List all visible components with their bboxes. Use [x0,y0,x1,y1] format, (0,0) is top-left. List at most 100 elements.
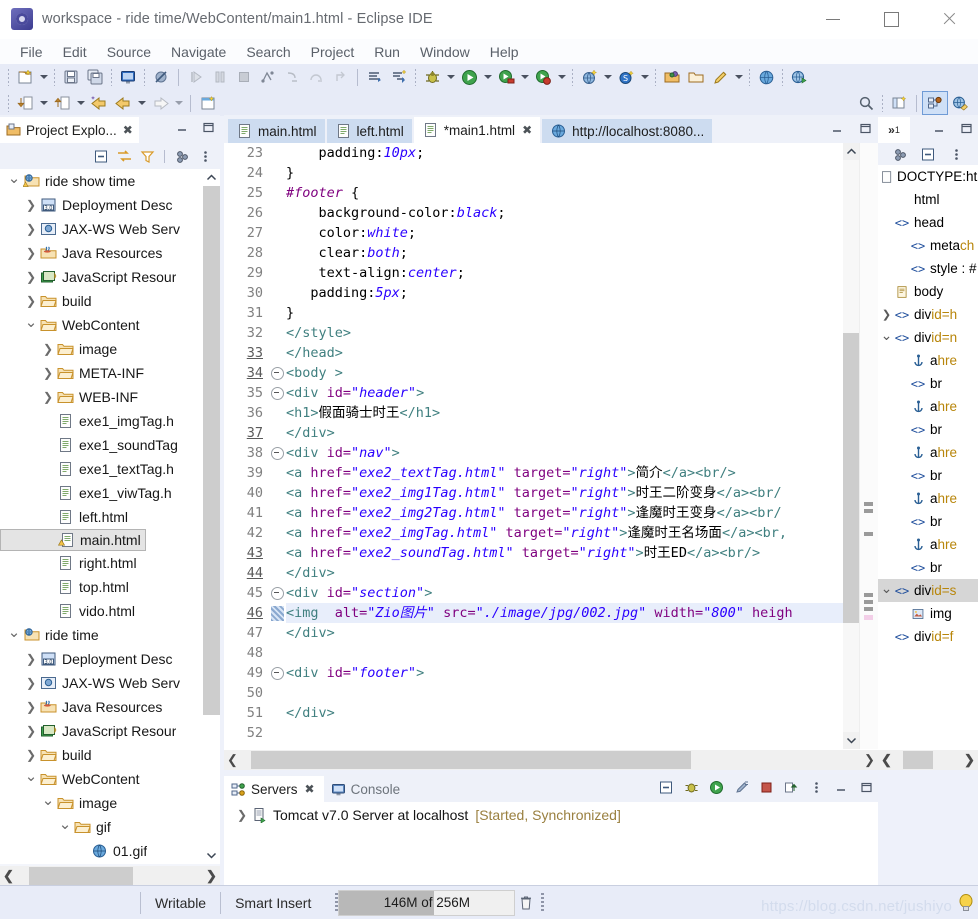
tree-item[interactable]: ❯ build [0,743,220,767]
outline-item[interactable]: a hre [878,487,978,510]
tree-item[interactable]: exe1_textTag.h [0,457,220,481]
code-line[interactable]: </style> [286,323,843,343]
code-line[interactable]: </head> [286,343,843,363]
code-line[interactable]: padding:5px; [286,283,843,303]
expand-arrow-icon[interactable]: ❯ [23,676,39,690]
code-line[interactable]: } [286,163,843,183]
editor-tab-3[interactable]: http://localhost:8080... [542,119,713,143]
new-s-dropdown[interactable] [638,67,651,87]
maximize-icon[interactable] [857,121,873,135]
minimize-icon[interactable] [931,121,947,135]
outline-item[interactable]: <> br [878,556,978,579]
debug-server-icon[interactable] [683,779,699,795]
run-web-icon[interactable] [788,67,810,88]
menu-file[interactable]: File [10,42,53,62]
tree-item[interactable]: ❯ image [0,337,220,361]
menu-source[interactable]: Source [97,42,161,62]
editor-vscrollbar[interactable] [843,143,860,749]
view-menu-icon[interactable] [808,779,824,795]
tree-item[interactable]: ❯ META-INF [0,361,220,385]
open-type-icon[interactable] [661,67,683,88]
code-line[interactable]: </div> [286,703,843,723]
expand-arrow-icon[interactable]: ❯ [23,700,39,714]
collapse-arrow-icon[interactable]: ⌄ [880,581,893,597]
code-line[interactable]: </div> [286,423,843,443]
pencil-icon[interactable] [709,67,731,88]
outline-item[interactable]: a hre [878,441,978,464]
editor-hscrollbar[interactable]: ❮ ❯ [224,750,878,770]
code-line[interactable]: </div> [286,623,843,643]
editor-overview-ruler[interactable] [859,143,878,749]
heap-handle-right[interactable] [541,892,545,913]
expand-arrow-icon[interactable]: ❯ [40,342,56,356]
outline-tab[interactable]: » 1 [878,117,910,143]
collapse-arrow-icon[interactable]: ⌄ [6,625,22,642]
hscroll-track[interactable] [895,751,961,769]
scroll-left-icon[interactable]: ❮ [224,752,241,768]
tree-item[interactable]: ❯ 3.0 Deployment Desc [0,193,220,217]
tab-console[interactable]: Console [324,776,408,802]
publish-icon[interactable] [783,779,799,795]
console-icon[interactable] [117,67,139,88]
editor-tab-2[interactable]: *main1.html ✖ [413,117,541,143]
code-line[interactable]: padding:10px; [286,143,843,163]
tree-item[interactable]: ⌄ WebContent [0,313,220,337]
tree-item[interactable]: ⌄ image [0,791,220,815]
menu-run[interactable]: Run [364,42,410,62]
tree-item[interactable]: exe1_viwTag.h [0,481,220,505]
tree-item[interactable]: exe1_imgTag.h [0,409,220,433]
hscroll-thumb[interactable] [29,867,133,885]
outline-item[interactable]: <> div id=f [878,625,978,648]
lightbulb-icon[interactable] [958,893,974,913]
code-line[interactable]: <body > [286,363,843,383]
expand-arrow-icon[interactable]: ❯ [234,808,250,822]
tree-item[interactable]: ❯ WEB-INF [0,385,220,409]
tree-item[interactable]: ⌄ WebContent [0,767,220,791]
run-dropdown[interactable] [481,67,494,87]
sort-icon[interactable] [892,146,908,162]
tree-item[interactable]: ❯ JavaScript Resour [0,265,220,289]
fold-collapse-icon[interactable] [270,363,284,383]
expand-arrow-icon[interactable]: ❯ [23,294,39,308]
outline-item[interactable]: <> br [878,418,978,441]
collapse-all-icon[interactable] [658,779,674,795]
expand-arrow-icon[interactable]: ❯ [23,222,39,236]
new-editor-icon[interactable] [197,93,219,114]
close-button[interactable] [920,0,978,38]
open-task-icon[interactable] [364,67,386,88]
expand-arrow-icon[interactable]: ❯ [23,246,39,260]
close-icon[interactable]: ✖ [298,782,315,796]
run-external-icon[interactable] [495,67,517,88]
tree-item[interactable]: ⌄ ride time [0,623,220,647]
outline-item[interactable]: <> br [878,464,978,487]
minimize-icon[interactable] [833,780,849,794]
code-line[interactable]: #footer { [286,183,843,203]
editor-tab-0[interactable]: main.html [228,119,325,143]
outline-item[interactable]: a hre [878,533,978,556]
maximize-button[interactable] [862,0,920,38]
tree-item[interactable]: ⌄ gif [0,815,220,839]
expand-arrow-icon[interactable]: ❯ [23,270,39,284]
scroll-up-icon[interactable] [203,169,220,186]
server-row[interactable]: ❯ Tomcat v7.0 Server at localhost [Start… [224,802,878,828]
tree-item[interactable]: exe1_soundTag [0,433,220,457]
back-icon[interactable] [112,93,134,114]
new-s-icon[interactable]: S [615,67,637,88]
fold-collapse-icon[interactable] [270,583,284,603]
folding-margin[interactable] [270,143,284,749]
code-line[interactable]: <a href="exe2_img2Tag.html" target="righ… [286,503,843,523]
menu-search[interactable]: Search [236,42,300,62]
new-wizard-icon[interactable] [14,67,36,88]
code-line[interactable]: background-color:black; [286,203,843,223]
minimize-button[interactable] [804,0,862,38]
view-menu-icon[interactable] [174,148,190,164]
profile-server-icon[interactable] [733,779,749,795]
tree-item[interactable]: vido.html [0,599,220,623]
outline-item[interactable]: html [878,188,978,211]
collapse-arrow-icon[interactable]: ⌄ [57,817,73,834]
expand-arrow-icon[interactable]: ❯ [23,748,39,762]
import-icon[interactable] [14,93,36,114]
tree-item[interactable]: ❯ 3.0 Deployment Desc [0,647,220,671]
run-external-dropdown[interactable] [518,67,531,87]
save-icon[interactable] [60,67,82,88]
